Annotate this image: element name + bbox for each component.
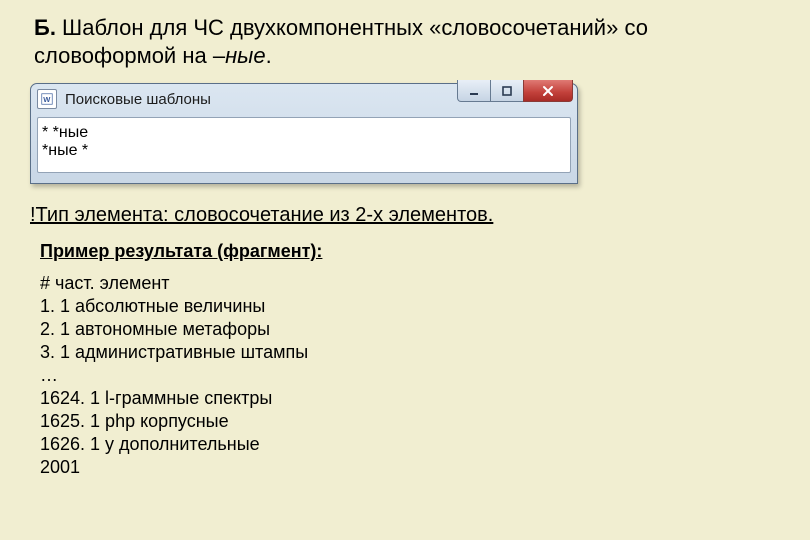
results-block: # част. элемент 1. 1 абсолютные величины… [40,272,782,479]
client-area: * *ные *ные * [37,117,571,173]
results-line: 1626. 1 у дополнительные [40,433,782,456]
minimize-icon [468,85,480,97]
element-type-note: !Тип элемента: словосочетание из 2-х эле… [30,204,782,227]
svg-text:W: W [43,95,51,104]
results-line: 2001 [40,456,782,479]
close-button[interactable] [523,80,573,102]
results-line: … [40,364,782,387]
window-title: Поисковые шаблоны [65,91,211,108]
slide: Б. Шаблон для ЧС двухкомпонентных «слово… [0,0,810,540]
results-line: 1624. 1 l-граммные спектры [40,387,782,410]
search-templates-window: W Поисковые шаблоны * *ные *ные * [30,83,578,184]
search-patterns: * *ные *ные * [42,124,566,161]
pattern-line: *ные * [42,142,88,159]
heading-suffix: . [266,43,272,68]
window-controls [458,80,573,102]
results-line: 1. 1 абсолютные величины [40,295,782,318]
titlebar: W Поисковые шаблоны [31,84,577,114]
results-line: 3. 1 административные штампы [40,341,782,364]
results-line: 1625. 1 php корпусные [40,410,782,433]
close-icon [541,84,555,98]
maximize-icon [501,85,513,97]
pattern-line: * *ные [42,124,88,141]
heading: Б. Шаблон для ЧС двухкомпонентных «слово… [34,14,714,69]
maximize-button[interactable] [490,80,524,102]
results-line: 2. 1 автономные метафоры [40,318,782,341]
word-icon: W [37,89,57,109]
heading-italic: ные [225,43,266,68]
results-subhead: Пример результата (фрагмент): [40,241,782,262]
minimize-button[interactable] [457,80,491,102]
heading-rest: Шаблон для ЧС двухкомпонентных «словосоч… [34,15,648,68]
heading-prefix: Б. [34,15,56,40]
results-header: # част. элемент [40,272,782,295]
window-screenshot: W Поисковые шаблоны * *ные *ные * [30,83,578,184]
